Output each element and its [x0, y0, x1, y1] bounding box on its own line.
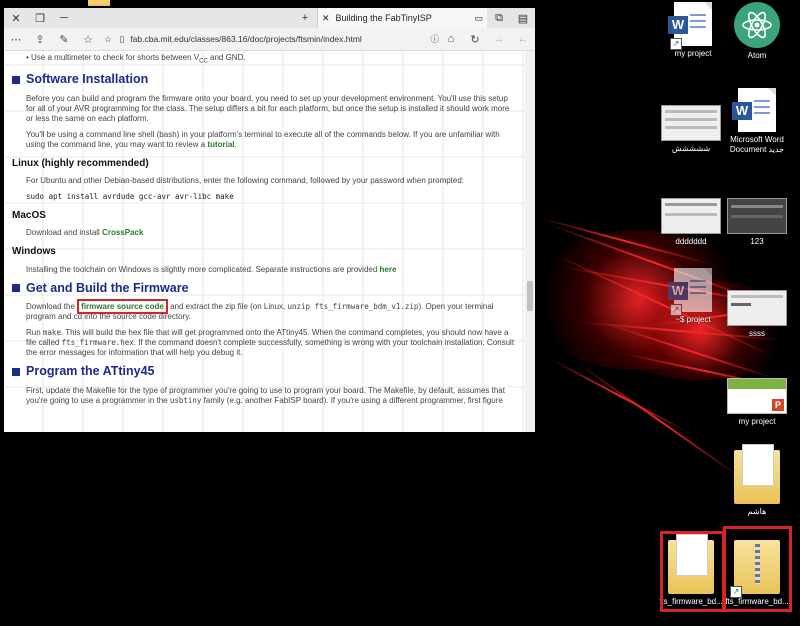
- nav-bar: ⋯ ⇪ ✎ ☆ ☆ ▯ fab.cba.mit.edu/classes/863.…: [4, 28, 535, 51]
- minimize-window-icon[interactable]: ─: [52, 8, 76, 28]
- partial-folder-icon: [88, 0, 110, 6]
- word-document-icon: W ↗: [668, 2, 712, 50]
- desktop-icon-temp-project[interactable]: W ↗ ~$ project: [660, 268, 726, 324]
- heading-software-installation: Software Installation: [12, 72, 515, 88]
- address-bar[interactable]: ☆ ▯ fab.cba.mit.edu/classes/863.16/doc/p…: [100, 31, 439, 47]
- pen-icon[interactable]: ✎: [52, 33, 76, 46]
- heading-windows: Windows: [12, 246, 56, 258]
- desktop-icon-atom[interactable]: Atom: [724, 2, 790, 60]
- image-file-icon: [661, 105, 721, 141]
- red-streak: [577, 362, 743, 480]
- page-content: • Use a multimeter to check for shorts b…: [4, 51, 525, 432]
- desktop-icon-screenshot-1[interactable]: ششششش: [658, 105, 724, 153]
- powerpoint-file-icon: P: [727, 378, 787, 414]
- close-window-icon[interactable]: ✕: [4, 8, 28, 28]
- desktop-icon-ssss[interactable]: ssss: [724, 290, 790, 338]
- tab-preview-icon[interactable]: ▭: [474, 13, 483, 24]
- tab-list-icon[interactable]: ⧉: [487, 8, 511, 28]
- atom-icon: [734, 2, 780, 48]
- new-tab-icon[interactable]: +: [293, 8, 317, 28]
- folder-icon: [734, 444, 780, 504]
- word-document-icon: W ↗: [668, 268, 712, 316]
- more-options-icon[interactable]: ⋯: [4, 33, 28, 46]
- desktop-icon-my-project-ppt[interactable]: P my project: [724, 378, 790, 426]
- paragraph: Before you can build and program the fir…: [26, 93, 510, 123]
- info-icon[interactable]: ⓘ: [430, 33, 439, 45]
- favorites-hub-icon[interactable]: ☆: [76, 33, 100, 46]
- scrollbar-thumb[interactable]: [527, 281, 533, 311]
- bullet-item: • Use a multimeter to check for shorts b…: [26, 53, 246, 65]
- desktop-icon-hashem-folder[interactable]: هاشم: [724, 444, 790, 516]
- title-bar: ✕ ❐ ─ + ✕ Building the FabTinyISP ▭ ⧉ ▤: [4, 8, 535, 28]
- paragraph: For Ubuntu and other Debian-based distri…: [26, 176, 465, 186]
- share-icon[interactable]: ⇪: [28, 33, 52, 46]
- refresh-icon[interactable]: ↻: [463, 33, 487, 46]
- browser-window: ✕ ❐ ─ + ✕ Building the FabTinyISP ▭ ⧉ ▤ …: [4, 8, 535, 432]
- paragraph: Run make. This will build the hex file t…: [26, 328, 515, 358]
- vertical-scrollbar[interactable]: [525, 51, 535, 432]
- close-tab-icon[interactable]: ✕: [322, 13, 330, 24]
- tabs-aside-icon[interactable]: ▤: [511, 8, 535, 28]
- image-file-icon: [661, 198, 721, 234]
- desktop-icon-123[interactable]: 123: [724, 198, 790, 246]
- tutorial-link[interactable]: tutorial: [207, 140, 234, 149]
- desktop-icon-my-project-word[interactable]: W ↗ my project: [660, 2, 726, 58]
- image-file-icon: [727, 290, 787, 326]
- paragraph: First, update the Makefile for the type …: [26, 385, 505, 405]
- crosspack-link[interactable]: CrossPack: [102, 228, 143, 237]
- heading-macos: MacOS: [12, 209, 46, 221]
- desktop-icon-ddddddd[interactable]: ddddddd: [658, 198, 724, 246]
- favorite-star-icon[interactable]: ☆: [104, 34, 112, 45]
- paragraph: Installing the toolchain on Windows is s…: [26, 264, 397, 274]
- heading-program-attiny45: Program the ATtiny45: [12, 364, 515, 380]
- windows-instructions-link[interactable]: here: [380, 265, 397, 274]
- tab-active[interactable]: ✕ Building the FabTinyISP ▭: [317, 8, 487, 28]
- paragraph: You'll be using a command line shell (ba…: [26, 129, 500, 149]
- forward-icon[interactable]: →: [487, 33, 511, 45]
- highlight-box-folder: [660, 531, 725, 612]
- code-block: sudo apt install avrdude gcc-avr avr-lib…: [26, 192, 234, 202]
- paragraph: Download the firmware source code and ex…: [26, 299, 515, 322]
- highlight-box-zip: [723, 526, 792, 612]
- image-file-icon: [727, 198, 787, 234]
- desktop-icon-new-word-doc[interactable]: W Microsoft Word Document جديد: [724, 88, 790, 154]
- paragraph: Download and install CrossPack: [26, 228, 144, 238]
- word-document-icon: W: [732, 88, 776, 132]
- back-icon[interactable]: ←: [511, 33, 535, 45]
- home-icon[interactable]: ⌂: [439, 33, 463, 45]
- heading-linux: Linux (highly recommended): [12, 157, 149, 169]
- heading-get-build-firmware: Get and Build the Firmware: [12, 281, 515, 297]
- restore-window-icon[interactable]: ❐: [28, 8, 52, 28]
